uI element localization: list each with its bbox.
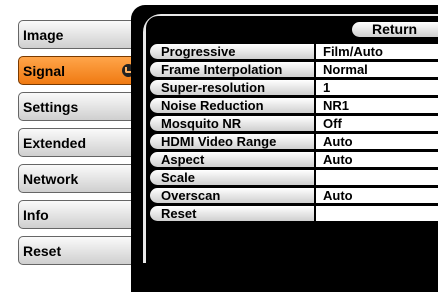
setting-label: Frame Interpolation	[150, 62, 314, 77]
setting-row-hdmi-video-range[interactable]: HDMI Video Range Auto	[150, 134, 438, 149]
setting-label: Noise Reduction	[150, 98, 314, 113]
menu-item-label: Image	[23, 27, 64, 43]
setting-value	[316, 206, 438, 221]
setting-value: Film/Auto	[316, 44, 438, 59]
menu-item-label: Settings	[23, 99, 79, 115]
menu-item-label: Extended	[23, 135, 87, 151]
setting-label: Overscan	[150, 188, 314, 203]
menu-item-info[interactable]: Info	[18, 200, 140, 229]
menu-item-label: Network	[23, 171, 79, 187]
projector-menu: Image Signal Settings Extended Network I…	[0, 0, 438, 292]
setting-row-overscan[interactable]: Overscan Auto	[150, 188, 438, 203]
setting-value: 1	[316, 80, 438, 95]
setting-row-aspect[interactable]: Aspect Auto	[150, 152, 438, 167]
panel-footer	[131, 263, 438, 292]
setting-value: Auto	[316, 134, 438, 149]
setting-label: Aspect	[150, 152, 314, 167]
setting-value: Off	[316, 116, 438, 131]
setting-label: HDMI Video Range	[150, 134, 314, 149]
menu-item-label: Info	[23, 207, 49, 223]
menu-item-label: Signal	[23, 63, 66, 79]
setting-label: Reset	[150, 206, 314, 221]
submenu-panel: Return Progressive Film/Auto Frame Inter…	[146, 16, 438, 263]
menu-item-signal[interactable]: Signal	[18, 56, 140, 85]
setting-label: Super-resolution	[150, 80, 314, 95]
setting-row-mosquito-nr[interactable]: Mosquito NR Off	[150, 116, 438, 131]
setting-label: Progressive	[150, 44, 314, 59]
menu-item-network[interactable]: Network	[18, 164, 140, 193]
setting-row-reset[interactable]: Reset	[150, 206, 438, 221]
setting-value: Auto	[316, 188, 438, 203]
setting-label: Scale	[150, 170, 314, 185]
setting-value: Auto	[316, 152, 438, 167]
return-button[interactable]: Return	[352, 22, 438, 37]
setting-row-noise-reduction[interactable]: Noise Reduction NR1	[150, 98, 438, 113]
setting-row-frame-interpolation[interactable]: Frame Interpolation Normal	[150, 62, 438, 77]
setting-label: Mosquito NR	[150, 116, 314, 131]
setting-row-super-resolution[interactable]: Super-resolution 1	[150, 80, 438, 95]
menu-item-reset[interactable]: Reset	[18, 236, 140, 265]
setting-value	[316, 170, 438, 185]
setting-row-progressive[interactable]: Progressive Film/Auto	[150, 44, 438, 59]
menu-item-settings[interactable]: Settings	[18, 92, 140, 121]
menu-item-image[interactable]: Image	[18, 20, 140, 49]
menu-item-extended[interactable]: Extended	[18, 128, 140, 157]
setting-value: NR1	[316, 98, 438, 113]
setting-row-scale[interactable]: Scale	[150, 170, 438, 185]
sidebar-menu: Image Signal Settings Extended Network I…	[0, 0, 145, 292]
menu-item-label: Reset	[23, 243, 62, 259]
setting-value: Normal	[316, 62, 438, 77]
